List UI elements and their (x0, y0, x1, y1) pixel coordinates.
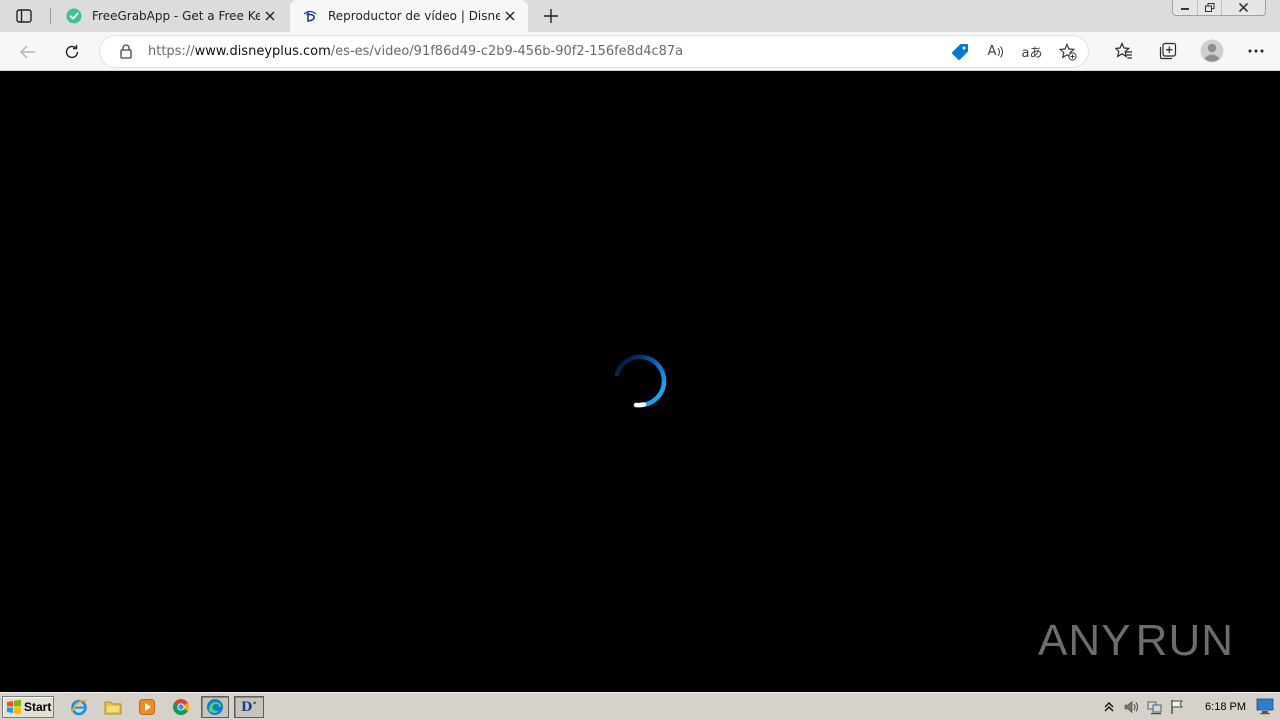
window-controls (1172, 0, 1266, 16)
browser-toolbar: https://www.disneyplus.com/es-es/video/9… (0, 32, 1280, 71)
read-aloud-glyph: A (987, 44, 997, 59)
url-path: /es-es/video/91f86d49-c2b9-456b-90f2-156… (330, 44, 684, 59)
address-bar[interactable]: https://www.disneyplus.com/es-es/video/9… (100, 36, 1088, 67)
tab-close-button[interactable] (260, 6, 280, 26)
network-icon[interactable] (1147, 699, 1163, 715)
taskbar: Start D • 6:18 PM (0, 692, 1280, 720)
tab-strip: FreeGrabApp - Get a Free Key Reproductor… (0, 0, 1280, 32)
disney-favicon (302, 8, 318, 24)
freegrabapp-favicon (66, 8, 82, 24)
lock-icon[interactable] (118, 44, 134, 60)
url-text: https://www.disneyplus.com/es-es/video/9… (148, 44, 683, 59)
minimize-icon (1181, 7, 1189, 10)
tab-close-button[interactable] (500, 6, 520, 26)
windows-logo-icon (7, 699, 21, 715)
file-explorer-icon[interactable] (100, 696, 126, 718)
system-tray: 6:18 PM (1098, 696, 1246, 718)
internet-explorer-icon[interactable] (66, 696, 92, 718)
translate-icon[interactable]: aあ (1018, 39, 1046, 64)
more-icon[interactable] (1242, 37, 1270, 65)
shopping-tag-icon[interactable] (946, 39, 974, 64)
add-favorite-icon[interactable] (1054, 39, 1082, 64)
edge-icon[interactable] (201, 696, 229, 718)
start-button[interactable]: Start (2, 696, 54, 718)
tab-title: Reproductor de vídeo | Disney+ (328, 9, 500, 23)
back-arrow-icon (20, 45, 35, 59)
omnibox-actions: A aあ (946, 39, 1082, 64)
tray-expand-icon[interactable] (1102, 699, 1117, 715)
close-icon (1239, 3, 1248, 12)
monitor-icon (1256, 698, 1274, 715)
tab-separator (50, 8, 51, 24)
refresh-icon (65, 45, 79, 59)
read-aloud-icon[interactable]: A (982, 39, 1010, 64)
volume-icon[interactable] (1124, 699, 1140, 715)
action-center-flag-icon[interactable] (1170, 699, 1185, 715)
restore-icon (1204, 3, 1214, 12)
toolbar-right (1110, 37, 1270, 65)
media-player-icon[interactable] (134, 696, 160, 718)
tab-title: FreeGrabApp - Get a Free Key (92, 9, 260, 23)
favorites-icon[interactable] (1110, 37, 1138, 65)
plus-mark: • (252, 698, 257, 708)
disney-plus-label: D (241, 699, 253, 715)
restore-button[interactable] (1197, 0, 1221, 15)
collections-icon[interactable] (1154, 37, 1182, 65)
refresh-button[interactable] (59, 39, 85, 65)
minimize-button[interactable] (1173, 0, 1197, 15)
chrome-icon[interactable] (168, 696, 194, 718)
disney-plus-icon[interactable]: D • (234, 696, 264, 718)
video-player[interactable]: ANY RUN (0, 71, 1280, 692)
plus-icon (544, 9, 558, 23)
new-tab-button[interactable] (540, 5, 562, 27)
tab-actions-icon (16, 9, 32, 23)
loading-spinner-icon (614, 354, 667, 408)
tab-actions-button[interactable] (12, 6, 36, 26)
anyrun-watermark: ANY RUN (1038, 609, 1234, 673)
translate-glyph: aあ (1021, 46, 1043, 61)
close-icon (505, 11, 515, 21)
watermark-text-right: RUN (1135, 616, 1234, 665)
back-button[interactable] (15, 39, 41, 65)
show-desktop-button[interactable] (1256, 698, 1274, 715)
url-host: www.disneyplus.com (194, 44, 331, 59)
tab-disney[interactable]: Reproductor de vídeo | Disney+ (290, 0, 528, 32)
start-label: Start (24, 700, 52, 714)
clock[interactable]: 6:18 PM (1205, 701, 1246, 713)
window-close-button[interactable] (1221, 0, 1265, 15)
close-icon (265, 11, 275, 21)
profile-icon[interactable] (1198, 37, 1226, 65)
tab-freegrabapp[interactable]: FreeGrabApp - Get a Free Key (54, 0, 288, 32)
watermark-text-left: ANY (1038, 616, 1132, 665)
url-scheme: https:// (148, 44, 195, 59)
